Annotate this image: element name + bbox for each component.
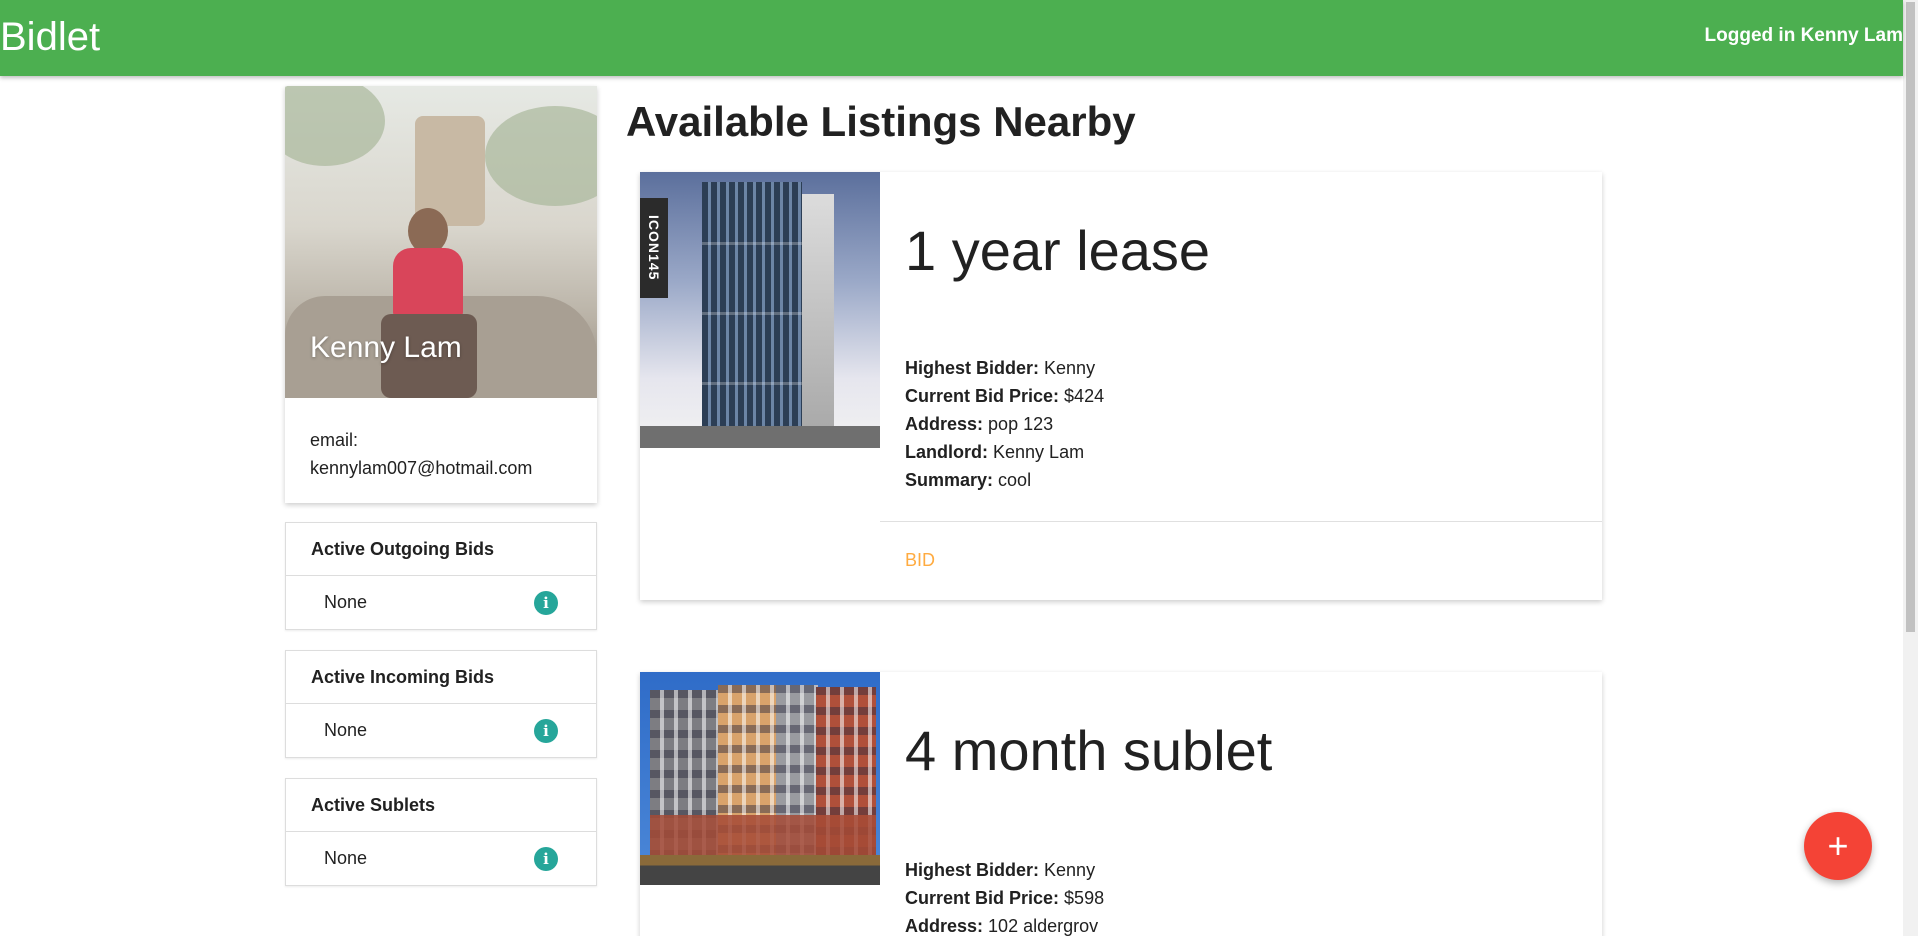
highest-bidder-label: Highest Bidder: — [905, 860, 1040, 880]
summary-label: Summary: — [905, 470, 994, 490]
add-listing-button[interactable]: + — [1804, 812, 1872, 880]
bid-button[interactable]: BID — [905, 550, 935, 571]
plus-icon: + — [1827, 825, 1849, 866]
brand-logo[interactable]: Bidlet — [0, 14, 100, 60]
summary-value: cool — [998, 470, 1032, 490]
building-sign: ICON145 — [640, 198, 668, 298]
email-value: kennylam007@hotmail.com — [310, 458, 533, 478]
profile-photo: Kenny Lam — [285, 86, 597, 398]
highest-bidder-value: Kenny — [1044, 358, 1096, 378]
info-icon[interactable]: i — [534, 846, 558, 871]
listing-title: 4 month sublet — [905, 719, 1273, 782]
profile-card: Kenny Lam email: kennylam007@hotmail.com — [285, 86, 597, 503]
active-outgoing-bids-panel: Active Outgoing Bids None i — [285, 522, 597, 630]
card-action: BID — [880, 521, 1602, 599]
highest-bidder-label: Highest Bidder: — [905, 358, 1040, 378]
active-incoming-bids-value: None — [324, 720, 368, 740]
active-incoming-bids-header[interactable]: Active Incoming Bids — [286, 651, 596, 704]
address-field: Address: pop 123 — [905, 410, 1053, 438]
landlord-field: Landlord: Kenny Lam — [905, 438, 1084, 466]
active-sublets-header[interactable]: Active Sublets — [286, 779, 596, 832]
profile-name: Kenny Lam — [310, 331, 462, 364]
highest-bidder-field: Highest Bidder: Kenny — [905, 354, 1095, 382]
email-label: email: — [310, 430, 359, 450]
active-outgoing-bids-header[interactable]: Active Outgoing Bids — [286, 523, 596, 576]
listing-card: ICON145 1 year lease Highest Bidder: Ken… — [640, 172, 1602, 600]
summary-field: Summary: cool — [905, 466, 1031, 494]
active-incoming-bids-item: None i — [286, 704, 596, 757]
active-sublets-panel: Active Sublets None i — [285, 778, 597, 886]
info-icon[interactable]: i — [534, 718, 558, 743]
current-bid-label: Current Bid Price: — [905, 888, 1060, 908]
current-bid-label: Current Bid Price: — [905, 386, 1060, 406]
current-bid-value: $424 — [1064, 386, 1105, 406]
current-bid-value: $598 — [1064, 888, 1105, 908]
active-outgoing-bids-value: None — [324, 592, 368, 612]
current-bid-field: Current Bid Price: $598 — [905, 884, 1104, 912]
listing-card: 4 month sublet Highest Bidder: Kenny Cur… — [640, 672, 1602, 936]
active-sublets-value: None — [324, 848, 368, 868]
landlord-value: Kenny Lam — [993, 442, 1085, 462]
address-value: 102 aldergrov — [988, 916, 1099, 936]
active-outgoing-bids-item: None i — [286, 576, 596, 629]
active-sublets-item: None i — [286, 832, 596, 885]
highest-bidder-value: Kenny — [1044, 860, 1096, 880]
listing-title: 1 year lease — [905, 219, 1211, 282]
current-bid-field: Current Bid Price: $424 — [905, 382, 1104, 410]
page-scrollbar[interactable] — [1903, 0, 1918, 936]
listing-photo: ICON145 — [640, 172, 880, 448]
address-field: Address: 102 aldergrov — [905, 912, 1098, 936]
address-value: pop 123 — [988, 414, 1054, 434]
page-title: Available Listings Nearby — [626, 98, 1136, 145]
address-label: Address: — [905, 916, 984, 936]
scrollbar-thumb[interactable] — [1906, 2, 1915, 632]
highest-bidder-field: Highest Bidder: Kenny — [905, 856, 1095, 884]
info-icon[interactable]: i — [534, 590, 558, 615]
logged-in-status: Logged in Kenny Lam — [1704, 25, 1903, 46]
active-incoming-bids-panel: Active Incoming Bids None i — [285, 650, 597, 758]
listing-photo — [640, 672, 880, 885]
landlord-label: Landlord: — [905, 442, 988, 462]
navbar: Bidlet Logged in Kenny Lam — [0, 0, 1903, 76]
profile-email-block: email: kennylam007@hotmail.com — [285, 398, 597, 510]
address-label: Address: — [905, 414, 984, 434]
